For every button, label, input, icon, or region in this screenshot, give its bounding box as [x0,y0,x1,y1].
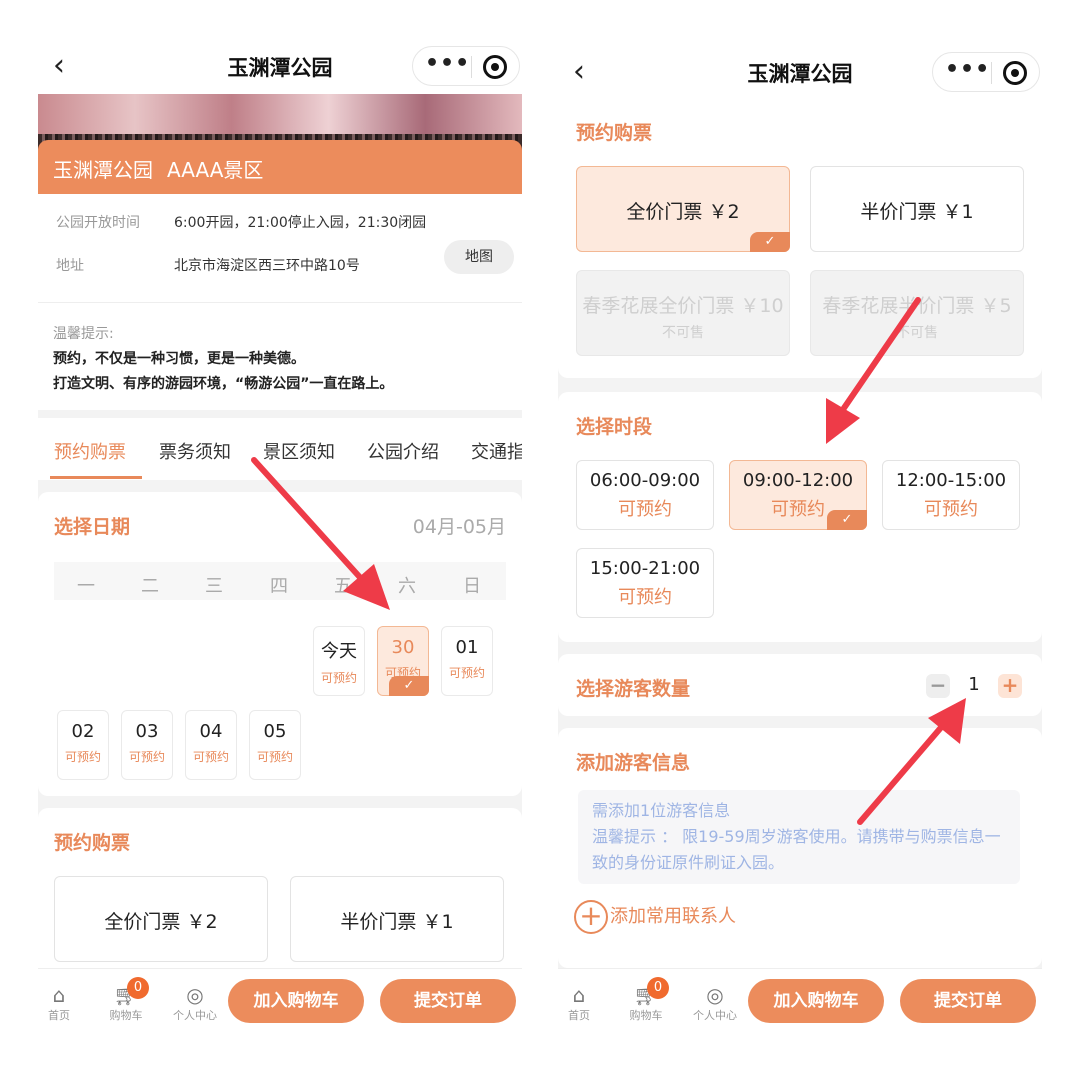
right-phone-screen: ‹ 玉渊潭公园 ••• 预约购票 全价门票 ￥2 ✓ 半价门票 ￥1 春季花展全… [558,38,1042,1042]
annotation-arrows [826,297,966,825]
left-phone-screen: ‹ 玉渊潭公园 ••• 玉渊潭公园 AAAA景区 公园开放时间 6:00开园，21:… [38,38,522,1042]
annotation-arrow [251,457,390,610]
